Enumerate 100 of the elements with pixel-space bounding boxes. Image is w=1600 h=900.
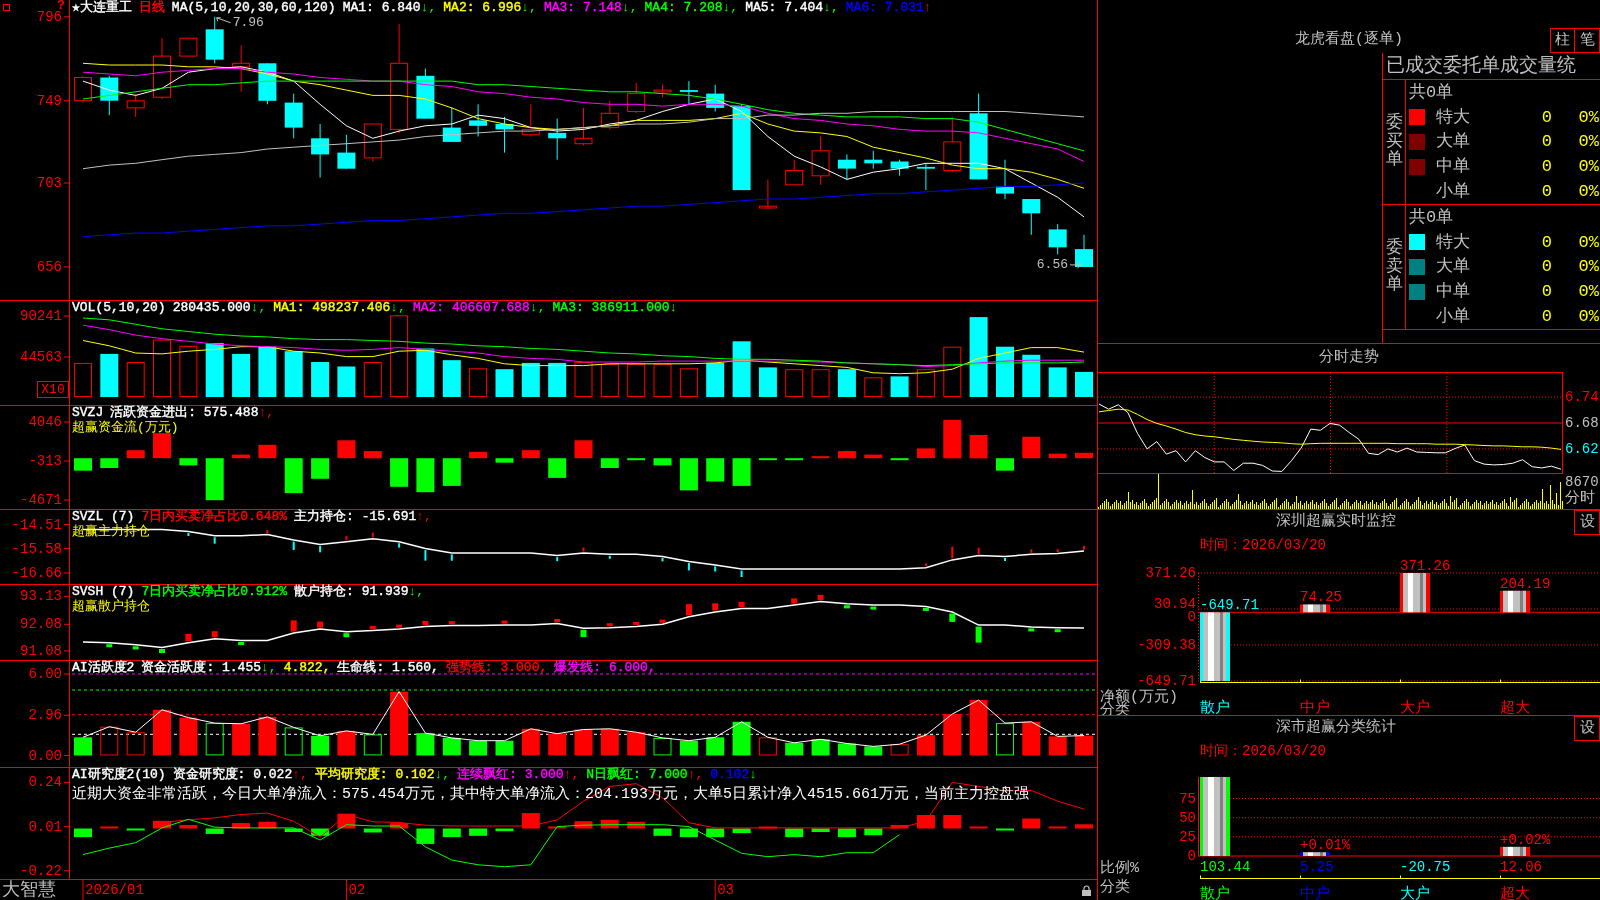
bar-note: +0.02% [1500, 831, 1551, 848]
axis-label: 6.68 [1565, 415, 1599, 431]
date-label: 2026/01 [85, 882, 144, 898]
axis-label: 749 [36, 92, 62, 109]
trend-arrow: ↓, [521, 1, 537, 15]
order-percent: 0% [1577, 183, 1599, 201]
trend-arrow: ↑, [292, 768, 308, 782]
axis-label: -0.22 [20, 862, 62, 879]
axis-label: 0 [1187, 848, 1196, 864]
trend-arrow: ↓, [420, 1, 437, 15]
order-count: 0 [1540, 233, 1552, 251]
trend-arrow: ↓ [669, 301, 678, 315]
date-label: 03 [717, 882, 734, 898]
trend-arrow: ↓, [722, 1, 739, 15]
legend-text: MA(5,10,20,30,60,120) [171, 1, 336, 15]
legend-text: ★大连重工 [72, 1, 132, 15]
axis-label: 4046 [28, 414, 62, 430]
order-count: 0 [1540, 258, 1552, 276]
axis-label: 0.01 [28, 818, 62, 835]
legend-text: AI活跃度2 [72, 661, 135, 675]
data-label: 371.26 [1400, 558, 1451, 574]
app-name: 大智慧 [1, 880, 57, 900]
legend-text: 爆发线: 6.000, [554, 661, 656, 675]
table-title: 已成交委托单成交量统 [1386, 56, 1576, 76]
legend-text: 资金研究度: 0.022 [172, 768, 293, 782]
trend-arrow: ↓, [261, 661, 277, 675]
axis-label: 0.24 [28, 774, 62, 791]
trend-arrow: ↓, [621, 1, 638, 15]
data-label: -649.71 [1200, 597, 1259, 614]
order-count: 0 [1540, 183, 1552, 201]
value-text: -20.75 [1400, 859, 1451, 875]
order-percent: 0% [1577, 283, 1599, 301]
category-label: 散户 [1200, 886, 1230, 900]
order-percent: 0% [1577, 158, 1599, 176]
trend-arrow: ↑, [687, 768, 704, 782]
group-label: 委卖单 [1385, 238, 1403, 296]
legend-text: VOL(5,10,20) [72, 301, 166, 315]
panel-title: 分时走势 [1319, 347, 1379, 368]
trend-arrow: ↓ [749, 768, 758, 782]
order-size-label: 大单 [1436, 133, 1471, 151]
trend-arrow: ↓, [434, 768, 451, 782]
axis-label: 8670 [1565, 474, 1599, 490]
trend-arrow: ↓, [390, 301, 406, 315]
category-label: 超大 [1500, 886, 1530, 900]
order-size-label: 小单 [1436, 308, 1471, 326]
axis-label: 25 [1179, 828, 1196, 845]
axis-label: -14.51 [11, 516, 62, 533]
axis-label: 2.96 [28, 707, 62, 724]
axis-label: 0.00 [28, 747, 62, 764]
order-size-label: 特大 [1436, 108, 1471, 126]
legend-text: 散户持仓: 91.939 [294, 585, 409, 599]
axis-label: 371.26 [1145, 565, 1196, 581]
legend-subtitle: 超赢资金流(万元) [72, 420, 179, 435]
axis-label: 6.62 [1565, 440, 1599, 457]
price-annotation: 6.56 [1036, 257, 1068, 273]
panel-title: 深市超赢分类统计 [1275, 717, 1397, 739]
order-size-label: 大单 [1436, 258, 1471, 276]
legend-text: 280435.000 [172, 301, 251, 315]
date-label: 02 [348, 882, 366, 898]
legend-subtitle: 超赢散户持仓 [72, 599, 150, 614]
order-percent: 0% [1577, 108, 1599, 126]
legend-text: 主力持仓: -15.691 [294, 510, 417, 524]
category-label: 中户 [1300, 886, 1330, 900]
axis-label: 703 [36, 175, 62, 191]
axis-label: 44563 [20, 349, 62, 365]
axis-label: 92.08 [20, 616, 62, 633]
trend-arrow: ↑ [923, 1, 932, 15]
legend-text: MA1: 6.840 [342, 1, 421, 15]
legend-text: 连续飘红: 3.000 [457, 768, 564, 782]
timestamp: 时间：2026/03/20 [1200, 538, 1326, 552]
trend-arrow: ↑, [563, 768, 580, 782]
legend-text: MA4: 7.208 [644, 1, 723, 15]
legend-text: 强势线: 3.000, [445, 661, 548, 675]
axis-label: -309.38 [1137, 637, 1196, 653]
legend-text: 生命线: 1.560, [337, 661, 439, 675]
order-size-label: 小单 [1436, 183, 1471, 201]
bar-note: +0.01% [1300, 837, 1351, 854]
axis-label: 6.00 [28, 666, 62, 682]
axis-label: 91.08 [20, 642, 62, 659]
legend-text: MA3: 386911.000 [552, 301, 670, 315]
axis-label: -4671 [20, 492, 62, 508]
legend-text: MA3: 7.148 [543, 1, 622, 15]
legend-text: 平均研究度: 0.102 [314, 768, 435, 782]
category-label: 大户 [1400, 886, 1430, 900]
legend-text: 7日内买卖净占比0.648% [141, 510, 288, 524]
legend-text: 7日内买卖净占比0.912% [141, 585, 288, 599]
data-label: 204.19 [1500, 575, 1551, 592]
order-percent: 0% [1577, 258, 1599, 276]
order-total: 共0单 [1409, 208, 1454, 226]
axis-label: 0 [1187, 609, 1196, 626]
timestamp: 时间：2026/03/20 [1200, 744, 1326, 758]
data-label: 74.25 [1300, 589, 1342, 606]
group-label: 委买单 [1385, 113, 1403, 171]
price-annotation: 7.96 [232, 15, 264, 31]
category-label: 散户 [1200, 700, 1230, 715]
legend-text: SVZL (7) [72, 510, 135, 524]
legend-text: 活跃资金进出: 575.488 [110, 406, 259, 420]
axis-label: 796 [36, 8, 62, 25]
category-label: 大户 [1400, 700, 1430, 715]
order-count: 0 [1540, 108, 1552, 126]
